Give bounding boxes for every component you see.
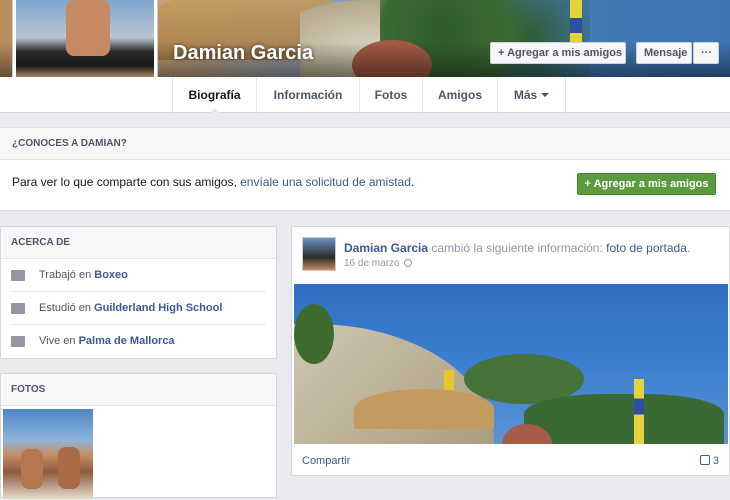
tab-mas[interactable]: Más (497, 77, 566, 113)
photo-tree (294, 304, 334, 364)
tab-fotos[interactable]: Fotos (359, 77, 422, 113)
add-friend-icon: + (498, 47, 505, 59)
know-text-after: . (410, 175, 415, 189)
thumbs-up-icon (699, 455, 710, 465)
photo-thumbnail[interactable] (3, 409, 93, 499)
post-author-avatar[interactable] (302, 237, 336, 271)
photo-umbrella (354, 389, 494, 429)
add-friend-green-button[interactable]: + Agregar a mis amigos (577, 173, 716, 195)
add-friend-label: Agregar a mis amigos (507, 47, 623, 59)
photo-tree (524, 394, 724, 444)
add-friend-green-label: Agregar a mis amigos (593, 178, 709, 190)
photos-card: FOTOS (0, 373, 277, 499)
briefcase-icon (11, 270, 25, 281)
tab-label: Información (273, 88, 343, 102)
about-item-lives: Vive en Palma de Mallorca (11, 325, 266, 358)
school-link[interactable]: Guilderland High School (94, 302, 222, 314)
likes-count[interactable]: 3 (699, 444, 719, 478)
post-header: Damian Garcia cambió la siguiente inform… (344, 241, 690, 255)
post-suffix: . (686, 241, 691, 255)
send-friend-request-link[interactable]: envíale una solicitud de amistad (240, 175, 411, 189)
post-author-link[interactable]: Damian Garcia (344, 241, 428, 255)
know-title: ¿CONOCES A DAMIAN? (0, 128, 730, 160)
more-options-button[interactable]: ··· (693, 42, 719, 64)
post-date: 16 de marzo (344, 258, 400, 269)
photos-title: FOTOS (1, 374, 276, 406)
cover-photo-link[interactable]: foto de portada (606, 241, 687, 255)
tab-label: Más (513, 88, 538, 102)
about-prefix: Vive en (39, 335, 79, 347)
photo-pole (634, 379, 644, 444)
about-item-work: Trabajó en Boxeo (11, 259, 266, 292)
know-text-before: Para ver lo que comparte con sus amigos, (12, 175, 241, 189)
timeline-post: Damian Garcia cambió la siguiente inform… (291, 226, 730, 476)
home-icon (11, 336, 25, 347)
globe-icon (403, 259, 412, 267)
about-title: ACERCA DE (1, 227, 276, 259)
about-item-education: Estudió en Guilderland High School (11, 292, 266, 325)
add-friend-button[interactable]: + Agregar a mis amigos (490, 42, 626, 64)
tab-amigos[interactable]: Amigos (422, 77, 497, 113)
tab-label: Fotos (374, 88, 408, 102)
profile-name[interactable]: Damian Garcia (173, 42, 313, 65)
work-link[interactable]: Boxeo (94, 269, 128, 281)
tab-biografia[interactable]: Biografía (172, 77, 256, 114)
tab-label: Biografía (188, 88, 241, 102)
add-friend-icon: + (584, 178, 591, 190)
about-prefix: Estudió en (39, 302, 95, 314)
photo-flag (444, 370, 454, 390)
tab-label: Amigos (437, 88, 482, 102)
school-icon (11, 303, 25, 314)
chevron-down-icon (541, 93, 550, 101)
share-link[interactable]: Compartir (302, 455, 350, 467)
post-timestamp[interactable]: 16 de marzo (344, 258, 412, 269)
city-link[interactable]: Palma de Mallorca (79, 335, 175, 347)
message-button[interactable]: Mensaje (636, 42, 692, 64)
profile-nav: Biografía Información Fotos Amigos Más (0, 77, 730, 114)
post-photo[interactable] (294, 284, 728, 444)
tab-informacion[interactable]: Información (256, 77, 359, 113)
post-action: cambió la siguiente información: (428, 241, 607, 255)
post-footer: Compartir 3 (292, 444, 729, 478)
about-prefix: Trabajó en (39, 269, 95, 281)
know-text: Para ver lo que comparte con sus amigos,… (12, 175, 414, 189)
likes-number: 3 (712, 455, 719, 467)
know-damian-box: ¿CONOCES A DAMIAN? Para ver lo que compa… (0, 127, 730, 211)
about-card: ACERCA DE Trabajó en Boxeo Estudió en Gu… (0, 226, 277, 359)
